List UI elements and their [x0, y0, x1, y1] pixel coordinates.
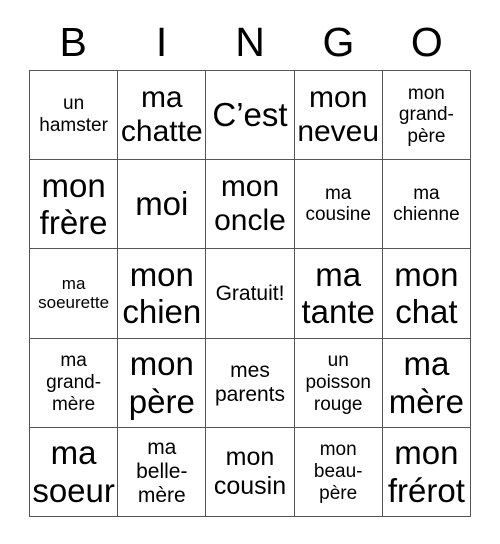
bingo-cell-r2c1[interactable]: mon frère — [30, 160, 119, 250]
bingo-cell-r1c5[interactable]: mon grand- père — [382, 71, 471, 161]
bingo-cell-free-space[interactable]: Gratuit! — [206, 249, 295, 339]
bingo-cell-r1c4[interactable]: mon neveu — [294, 71, 383, 161]
bingo-cell-label: mon frère — [39, 166, 108, 242]
bingo-cell-label: mon beau- père — [313, 439, 363, 504]
bingo-cell-label: mon oncle — [214, 170, 286, 238]
bingo-cell-label: ma cousine — [305, 182, 371, 226]
bingo-cell-label: un poisson rouge — [305, 350, 371, 415]
bingo-grid: un hamster ma chatte C’est mon neveu mon… — [29, 70, 471, 517]
bingo-cell-r3c2[interactable]: mon chien — [118, 249, 207, 339]
bingo-cell-label: mon grand- père — [398, 82, 454, 147]
bingo-cell-r4c4[interactable]: un poisson rouge — [294, 338, 383, 428]
bingo-cell-label: ma grand- mère — [46, 350, 102, 415]
bingo-cell-r2c5[interactable]: ma chienne — [382, 160, 471, 250]
bingo-cell-label: un hamster — [39, 93, 108, 137]
bingo-cell-r3c5[interactable]: mon chat — [382, 249, 471, 339]
bingo-cell-r3c4[interactable]: ma tante — [294, 249, 383, 339]
bingo-cell-label: ma soeurette — [38, 274, 110, 313]
bingo-cell-r1c3[interactable]: C’est — [206, 71, 295, 161]
bingo-cell-r5c3[interactable]: mon cousin — [206, 427, 295, 517]
bingo-cell-r2c3[interactable]: mon oncle — [206, 160, 295, 250]
bingo-cell-label: mes parents — [214, 358, 286, 406]
bingo-cell-label: ma chienne — [393, 182, 460, 226]
bingo-cell-label: mon chien — [122, 255, 202, 331]
bingo-cell-label: mon chat — [394, 255, 459, 331]
bingo-cell-r5c1[interactable]: ma soeur — [30, 427, 119, 517]
bingo-cell-r5c5[interactable]: mon frérot — [382, 427, 471, 517]
header-letter-i: I — [155, 18, 168, 65]
bingo-cell-r3c1[interactable]: ma soeurette — [30, 249, 119, 339]
bingo-cell-r4c2[interactable]: mon père — [118, 338, 207, 428]
header-letter-o: O — [410, 18, 443, 65]
bingo-cell-r4c1[interactable]: ma grand- mère — [30, 338, 119, 428]
bingo-cell-label: mon père — [128, 345, 195, 420]
bingo-cell-r5c4[interactable]: mon beau- père — [294, 427, 383, 517]
bingo-cell-label: moi — [135, 185, 189, 223]
bingo-cell-label: mon cousin — [213, 443, 287, 500]
bingo-cell-r5c2[interactable]: ma belle- mère — [118, 427, 207, 517]
header-letter-g: G — [322, 18, 355, 65]
bingo-header: B I N G O — [29, 14, 471, 70]
bingo-cell-label: Gratuit! — [215, 281, 285, 305]
bingo-card: B I N G O un hamster ma chatte C’est mon… — [0, 0, 500, 544]
bingo-cell-r4c5[interactable]: ma mère — [382, 338, 471, 428]
bingo-cell-label: ma soeur — [32, 434, 115, 509]
header-letter-n: N — [235, 18, 265, 65]
bingo-cell-label: C’est — [212, 96, 288, 134]
bingo-cell-r1c1[interactable]: un hamster — [30, 71, 119, 161]
bingo-cell-label: ma mère — [388, 345, 464, 420]
bingo-cell-r2c2[interactable]: moi — [118, 160, 207, 250]
bingo-cell-label: mon neveu — [297, 80, 380, 149]
header-letter-b: B — [59, 18, 87, 65]
bingo-cell-label: ma belle- mère — [136, 435, 188, 507]
bingo-cell-label: ma chatte — [120, 80, 203, 149]
bingo-cell-label: mon frérot — [387, 434, 465, 509]
bingo-cell-r4c3[interactable]: mes parents — [206, 338, 295, 428]
bingo-cell-r1c2[interactable]: ma chatte — [118, 71, 207, 161]
bingo-cell-r2c4[interactable]: ma cousine — [294, 160, 383, 250]
bingo-cell-label: ma tante — [301, 255, 375, 331]
